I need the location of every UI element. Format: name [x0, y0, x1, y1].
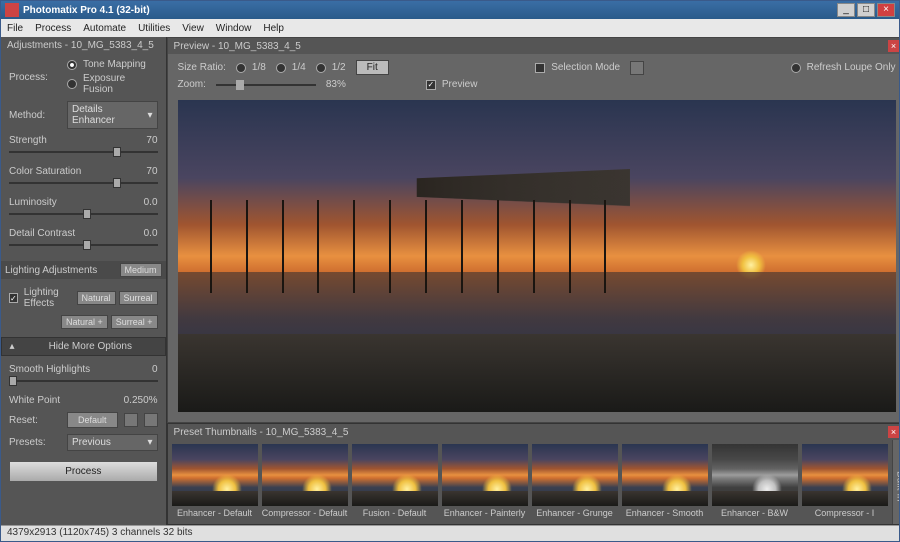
app-icon	[5, 3, 19, 17]
smooth-highlights-label: Smooth Highlights	[9, 364, 90, 375]
preset-thumbnail[interactable]: Compressor - I	[802, 444, 888, 520]
luminosity-slider[interactable]	[9, 210, 158, 218]
presets-select[interactable]: Previous▾	[67, 434, 158, 451]
menu-view[interactable]: View	[182, 23, 204, 34]
reset-label: Reset:	[9, 415, 61, 426]
presets-label: Presets:	[9, 437, 61, 448]
thumbnail-label: Compressor - Default	[262, 506, 348, 520]
thumbnail-label: Enhancer - B&W	[712, 506, 798, 520]
thumbnail-label: Enhancer - Default	[172, 506, 258, 520]
luminosity-value: 0.0	[144, 197, 158, 208]
chevron-down-icon: ▾	[148, 437, 153, 448]
lighting-effects-checkbox[interactable]: ✓	[9, 293, 18, 303]
lighting-natural-button[interactable]: Natural	[77, 291, 116, 305]
preview-panel: Preview - 10_MG_5383_4_5 × Size Ratio: 1…	[167, 37, 899, 423]
thumbnail-label: Enhancer - Smooth	[622, 506, 708, 520]
saturation-label: Color Saturation	[9, 166, 81, 177]
white-point-value: 0.250%	[124, 395, 158, 406]
size-ratio-label: Size Ratio:	[178, 62, 226, 73]
menu-file[interactable]: File	[7, 23, 23, 34]
preset-thumbnails-title: Preset Thumbnails - 10_MG_5383_4_5 ×	[168, 424, 899, 440]
saturation-slider[interactable]	[9, 179, 158, 187]
selection-mode-label: Selection Mode	[551, 62, 620, 73]
strength-value: 70	[146, 135, 157, 146]
preview-title: Preview - 10_MG_5383_4_5 ×	[168, 38, 899, 54]
menu-window[interactable]: Window	[216, 23, 252, 34]
undo-icon[interactable]	[124, 413, 138, 427]
detail-contrast-slider[interactable]	[9, 241, 158, 249]
lighting-natural-plus-button[interactable]: Natural +	[61, 315, 108, 329]
thumbnail-label: Compressor - I	[802, 506, 888, 520]
refresh-loupe-label: Refresh Loupe Only	[807, 62, 896, 73]
smooth-highlights-slider[interactable]	[9, 377, 158, 385]
white-point-label: White Point	[9, 395, 60, 406]
preset-thumbnails-panel: Preset Thumbnails - 10_MG_5383_4_5 × Enh…	[167, 423, 899, 525]
method-label: Method:	[9, 110, 61, 121]
detail-contrast-label: Detail Contrast	[9, 228, 75, 239]
detail-contrast-value: 0.0	[144, 228, 158, 239]
adjustments-title: Adjustments - 10_MG_5383_4_5	[1, 37, 166, 53]
strength-slider[interactable]	[9, 148, 158, 156]
luminosity-label: Luminosity	[9, 197, 57, 208]
size-1-4-radio[interactable]: 1/4	[276, 62, 306, 73]
zoom-label: Zoom:	[178, 79, 206, 90]
zoom-percent: 83%	[326, 79, 346, 90]
maximize-button[interactable]: □	[857, 3, 875, 17]
lighting-surreal-plus-button[interactable]: Surreal +	[111, 315, 158, 329]
window-title: Photomatix Pro 4.1 (32-bit)	[23, 5, 837, 16]
lighting-surreal-button[interactable]: Surreal	[119, 291, 158, 305]
menu-process[interactable]: Process	[35, 23, 71, 34]
lighting-medium-button[interactable]: Medium	[120, 263, 162, 277]
process-label: Process:	[9, 72, 61, 83]
thumbnail-label: Fusion - Default	[352, 506, 438, 520]
preset-thumbnail[interactable]: Enhancer - Default	[172, 444, 258, 520]
builtin-tab[interactable]: Built-in	[892, 440, 899, 524]
radio-exposure-fusion[interactable]: Exposure Fusion	[67, 73, 158, 95]
method-select[interactable]: Details Enhancer▾	[67, 101, 158, 129]
preview-checkbox[interactable]: ✓	[426, 80, 436, 90]
size-1-8-radio[interactable]: 1/8	[236, 62, 266, 73]
lighting-effects-label: Lighting Effects	[24, 287, 71, 309]
fit-button[interactable]: Fit	[356, 60, 389, 75]
menu-utilities[interactable]: Utilities	[138, 23, 170, 34]
preset-thumbnail[interactable]: Compressor - Default	[262, 444, 348, 520]
preview-image[interactable]	[178, 100, 896, 412]
minimize-button[interactable]: _	[837, 3, 855, 17]
titlebar: Photomatix Pro 4.1 (32-bit) _ □ ×	[1, 1, 899, 19]
preview-checkbox-label: Preview	[442, 79, 478, 90]
process-button[interactable]: Process	[9, 461, 158, 482]
redo-icon[interactable]	[144, 413, 158, 427]
refresh-loupe-radio[interactable]	[791, 63, 801, 73]
menubar: File Process Automate Utilities View Win…	[1, 19, 899, 37]
adjustments-title-text: Adjustments - 10_MG_5383_4_5	[7, 40, 154, 51]
size-1-2-radio[interactable]: 1/2	[316, 62, 346, 73]
close-button[interactable]: ×	[877, 3, 895, 17]
strength-label: Strength	[9, 135, 47, 146]
preview-close-button[interactable]: ×	[888, 40, 899, 52]
selection-icon[interactable]	[630, 61, 644, 75]
reset-default-button[interactable]: Default	[67, 412, 118, 428]
chevron-down-icon: ▾	[148, 110, 153, 121]
preset-thumbnail[interactable]: Enhancer - Smooth	[622, 444, 708, 520]
zoom-slider[interactable]	[216, 82, 316, 88]
menu-help[interactable]: Help	[263, 23, 284, 34]
saturation-value: 70	[146, 166, 157, 177]
preset-thumbnail[interactable]: Fusion - Default	[352, 444, 438, 520]
thumbnail-label: Enhancer - Grunge	[532, 506, 618, 520]
adjustments-panel: Adjustments - 10_MG_5383_4_5 Process: To…	[1, 37, 167, 525]
statusbar: 4379x2913 (1120x745) 3 channels 32 bits	[1, 525, 899, 541]
lighting-section-header: Lighting Adjustments Medium	[1, 261, 166, 279]
preset-thumbnail[interactable]: Enhancer - B&W	[712, 444, 798, 520]
smooth-highlights-value: 0	[152, 364, 158, 375]
radio-tone-mapping[interactable]: Tone Mapping	[67, 59, 158, 70]
preset-thumbnail[interactable]: Enhancer - Grunge	[532, 444, 618, 520]
menu-automate[interactable]: Automate	[83, 23, 126, 34]
thumbnails-close-button[interactable]: ×	[888, 426, 899, 438]
chevron-up-icon: ▴	[5, 341, 19, 352]
selection-mode-checkbox[interactable]	[535, 63, 545, 73]
thumbnail-label: Enhancer - Painterly	[442, 506, 528, 520]
preset-thumbnail[interactable]: Enhancer - Painterly	[442, 444, 528, 520]
hide-more-options-button[interactable]: ▴Hide More Options	[1, 337, 166, 356]
